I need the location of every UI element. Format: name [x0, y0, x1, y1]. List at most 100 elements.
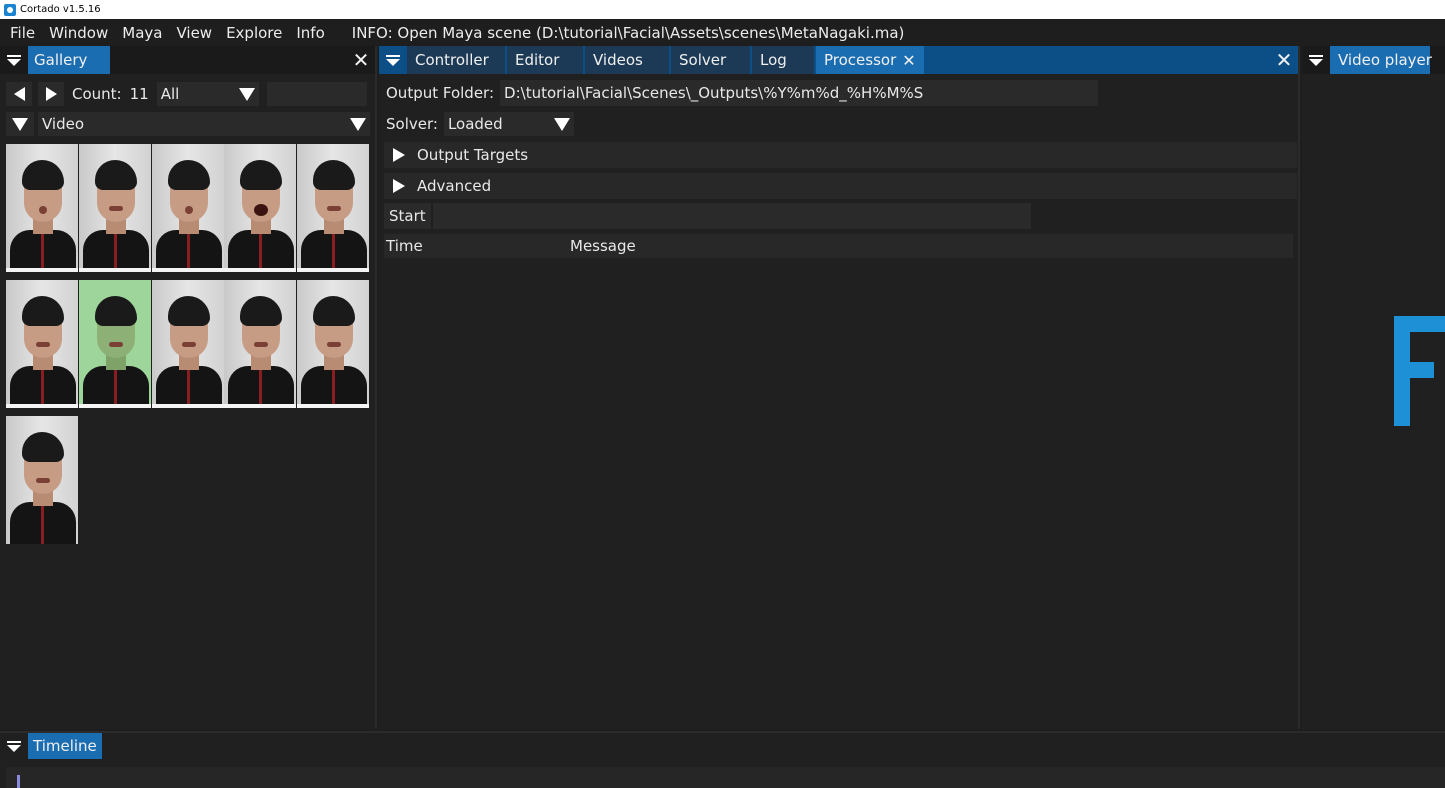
- log-table-header: Time Message: [384, 234, 1293, 258]
- start-row: Start: [384, 203, 1031, 229]
- gallery-type-value: Video: [42, 115, 85, 133]
- gallery-tabbar: Gallery ✕: [0, 46, 375, 74]
- tab-solver[interactable]: Solver: [671, 46, 750, 74]
- video-player-logo: [1394, 316, 1445, 426]
- tab-video-player-label: Video player: [1338, 51, 1432, 69]
- tab-timeline[interactable]: Timeline: [28, 733, 102, 759]
- window-title: Cortado v1.5.16: [20, 4, 101, 15]
- gallery-close-button[interactable]: ✕: [347, 46, 375, 74]
- menu-info[interactable]: Info: [289, 24, 331, 42]
- timeline-menu-button[interactable]: [0, 733, 28, 759]
- tab-editor-label: Editor: [515, 51, 560, 69]
- advanced-section[interactable]: Advanced: [384, 173, 1297, 199]
- output-folder-row: Output Folder: D:\tutorial\Facial\Scenes…: [386, 80, 1099, 106]
- gallery-filter-dropdown[interactable]: All: [156, 82, 259, 106]
- main-menu-button[interactable]: [379, 46, 407, 74]
- menu-file[interactable]: File: [0, 24, 42, 42]
- chevron-down-icon: [553, 117, 570, 131]
- main-tabbar: Controller Editor Videos Solver Log Proc…: [379, 46, 1298, 74]
- solver-row: Solver: Loaded: [386, 112, 574, 136]
- main-close-button[interactable]: ✕: [1270, 46, 1298, 74]
- output-targets-label: Output Targets: [417, 146, 529, 164]
- gallery-search-input[interactable]: [266, 82, 367, 106]
- gallery-prev-button[interactable]: [6, 82, 32, 106]
- video-player-panel: Video player: [1302, 46, 1445, 729]
- tab-processor[interactable]: Processor ✕: [816, 46, 924, 74]
- gallery-filter-value: All: [160, 85, 180, 103]
- gallery-next-button[interactable]: [38, 82, 64, 106]
- tab-timeline-label: Timeline: [33, 737, 97, 755]
- chevron-down-icon: [350, 117, 366, 131]
- timeline-track[interactable]: [6, 767, 1445, 788]
- start-button-label: Start: [389, 207, 426, 225]
- solver-dropdown[interactable]: Loaded: [443, 112, 574, 136]
- tab-log-label: Log: [760, 51, 787, 69]
- panel-menu-icon: [386, 54, 400, 66]
- output-folder-input[interactable]: D:\tutorial\Facial\Scenes\_Outputs\%Y%m%…: [500, 80, 1099, 106]
- gallery-thumbnail[interactable]: [151, 144, 224, 272]
- menu-explore[interactable]: Explore: [219, 24, 289, 42]
- video-player-menu-button[interactable]: [1302, 46, 1330, 74]
- chevron-down-icon: [12, 117, 28, 131]
- tab-controller-label: Controller: [415, 51, 489, 69]
- panel-menu-icon: [7, 740, 21, 752]
- arrow-right-icon: [45, 87, 57, 101]
- gallery-type-dropdown[interactable]: Video: [38, 112, 370, 136]
- window-titlebar: Cortado v1.5.16: [0, 0, 1445, 19]
- tab-controller[interactable]: Controller: [407, 46, 505, 74]
- log-column-time[interactable]: Time: [384, 237, 570, 255]
- gallery-thumbnail[interactable]: [78, 144, 151, 272]
- tab-videos-label: Videos: [593, 51, 643, 69]
- gallery-panel: Gallery ✕ Count: 11 All Video: [0, 46, 377, 729]
- timeline-playhead[interactable]: [17, 775, 20, 788]
- tab-gallery[interactable]: Gallery: [28, 46, 110, 74]
- gallery-type-row: Video: [6, 112, 370, 136]
- gallery-thumbnail[interactable]: [151, 280, 224, 408]
- processor-panel: Controller Editor Videos Solver Log Proc…: [379, 46, 1300, 729]
- gallery-thumbnail[interactable]: [297, 280, 370, 408]
- count-label: Count:: [72, 85, 122, 103]
- advanced-label: Advanced: [417, 177, 492, 195]
- gallery-menu-button[interactable]: [0, 46, 28, 74]
- menu-window[interactable]: Window: [42, 24, 115, 42]
- count-value: 11: [129, 85, 149, 103]
- close-icon: ✕: [352, 48, 370, 72]
- gallery-thumbnail[interactable]: [6, 416, 78, 544]
- timeline-panel: Timeline: [0, 731, 1445, 788]
- log-column-message[interactable]: Message: [570, 237, 636, 255]
- gallery-type-toggle[interactable]: [6, 112, 34, 136]
- chevron-down-icon: [238, 87, 255, 101]
- gallery-thumbnail[interactable]: [224, 280, 297, 408]
- start-button[interactable]: Start: [384, 203, 431, 229]
- video-player-tabbar: Video player: [1302, 46, 1445, 74]
- output-targets-section[interactable]: Output Targets: [384, 142, 1297, 168]
- timeline-tabbar: Timeline: [0, 733, 1445, 759]
- tab-processor-label: Processor: [824, 51, 897, 69]
- progress-bar: [432, 203, 1031, 229]
- close-icon[interactable]: ✕: [902, 51, 915, 70]
- menu-maya[interactable]: Maya: [115, 24, 169, 42]
- tab-log[interactable]: Log: [752, 46, 814, 74]
- menubar: File Window Maya View Explore Info INFO:…: [0, 19, 1445, 46]
- solver-value: Loaded: [447, 115, 503, 133]
- panel-menu-icon: [1309, 54, 1323, 66]
- tab-solver-label: Solver: [679, 51, 727, 69]
- gallery-thumbnail[interactable]: [6, 280, 78, 408]
- app-logo-icon: [4, 3, 16, 16]
- tab-videos[interactable]: Videos: [585, 46, 669, 74]
- info-message: INFO: Open Maya scene (D:\tutorial\Facia…: [351, 23, 905, 42]
- expand-arrow-icon: [393, 179, 405, 193]
- gallery-thumbnail[interactable]: [297, 144, 370, 272]
- arrow-left-icon: [13, 87, 25, 101]
- gallery-thumbnail[interactable]: [6, 144, 78, 272]
- output-folder-value: D:\tutorial\Facial\Scenes\_Outputs\%Y%m%…: [504, 84, 924, 102]
- gallery-thumbnail[interactable]: [224, 144, 297, 272]
- tab-video-player[interactable]: Video player: [1330, 46, 1432, 74]
- gallery-thumbnail[interactable]: [78, 280, 151, 408]
- expand-arrow-icon: [393, 148, 405, 162]
- solver-label: Solver:: [386, 115, 438, 133]
- output-folder-label: Output Folder:: [386, 84, 495, 102]
- close-icon: ✕: [1275, 48, 1293, 72]
- menu-view[interactable]: View: [169, 24, 219, 42]
- tab-editor[interactable]: Editor: [507, 46, 583, 74]
